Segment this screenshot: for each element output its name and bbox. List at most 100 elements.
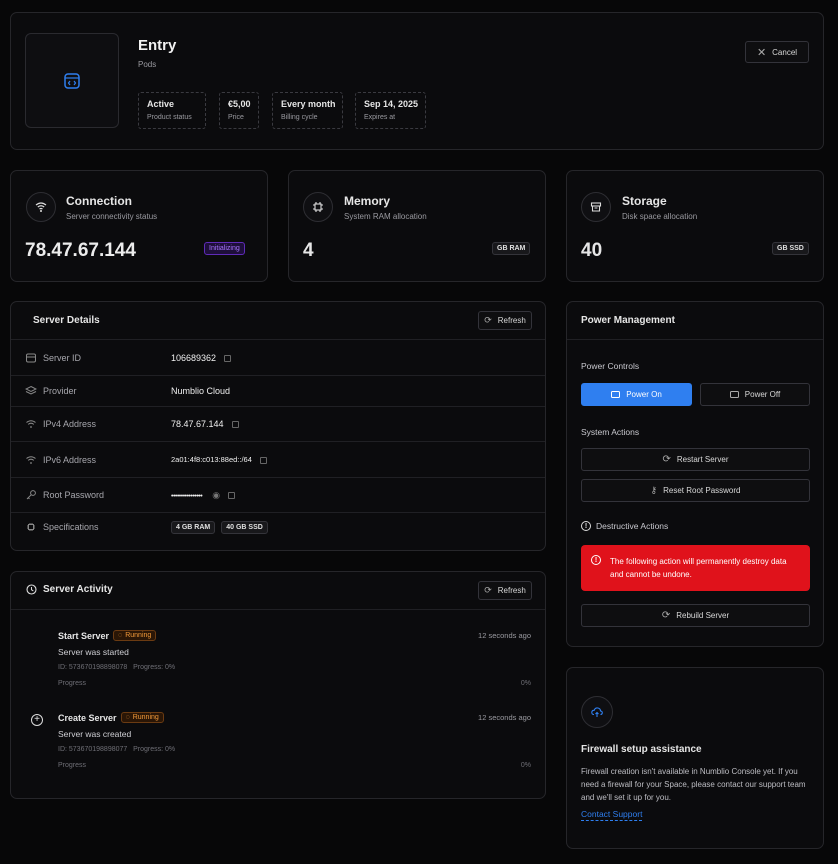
memory-icon-box	[303, 192, 333, 222]
server-id-value: 106689362	[171, 353, 217, 363]
power-on-button[interactable]: Power On	[581, 383, 692, 406]
row-provider: Provider Numblio Cloud	[11, 375, 545, 406]
activity-title: Create Server	[58, 712, 117, 723]
storage-unit-badge: GB SSD	[772, 242, 809, 255]
progress-value: 0%	[520, 762, 531, 769]
spinner-icon: ◌	[118, 632, 123, 639]
wifi-icon-box	[26, 192, 56, 222]
progress-label: Progress	[58, 762, 87, 769]
storage-card: Storage Disk space allocation 40 GB SSD	[566, 170, 824, 282]
memory-subtitle: System RAM allocation	[344, 212, 427, 221]
close-icon: ✕	[756, 46, 767, 59]
ipv4-value: 78.47.67.144	[171, 419, 224, 429]
connection-title: Connection	[66, 194, 132, 208]
reset-root-password-button[interactable]: ⚷ Reset Root Password	[581, 479, 810, 502]
server-details-title: Server Details	[33, 315, 100, 326]
power-off-button[interactable]: Power Off	[700, 383, 810, 406]
ipv6-value: 2a01:4f8:c013:88ed::/64	[171, 455, 252, 464]
running-badge: ◌ Running	[113, 630, 157, 641]
wifi-icon	[26, 420, 36, 428]
stat-status: Active Product status	[138, 92, 206, 129]
cloud-upload-icon	[591, 707, 603, 717]
key-icon: ⚷	[650, 485, 658, 495]
copy-icon[interactable]	[224, 355, 232, 363]
memory-value: 4	[303, 240, 314, 261]
activity-time: 12 seconds ago	[478, 713, 531, 722]
power-icon	[611, 391, 621, 398]
restart-server-button[interactable]: ⟳ Restart Server	[581, 448, 810, 471]
spec-ram-badge: 4 GB RAM	[171, 521, 216, 534]
activity-item: Start Server ◌ Running 12 seconds ago Ser…	[11, 628, 545, 692]
memory-unit-badge: GB RAM	[492, 242, 531, 255]
layers-icon	[25, 385, 37, 395]
row-ipv6: IPv6 Address 2a01:4f8:c013:88ed::/64	[11, 441, 545, 477]
server-details-card: Server Details ⟳ Refresh Server ID 106689…	[10, 301, 546, 551]
activity-desc: Server was started	[58, 647, 129, 657]
firewall-card: Firewall setup assistance Firewall creat…	[566, 667, 824, 849]
activity-title: Start Server	[58, 630, 110, 641]
memory-title: Memory	[344, 194, 391, 208]
progress-value: 0%	[520, 680, 531, 687]
spinner-icon: ◌	[125, 714, 130, 721]
entry-card: Entry Pods ✕ Cancel Active Product status…	[10, 12, 824, 150]
progress-label: Progress	[58, 680, 87, 687]
details-refresh-button[interactable]: ⟳ Refresh	[478, 311, 532, 330]
storage-title: Storage	[622, 194, 667, 208]
firewall-text: Firewall creation isn't available in Num…	[581, 767, 806, 802]
alert-icon: !	[581, 521, 591, 531]
row-root-password: Root Password •••••••••••••••• ◉	[11, 477, 545, 512]
memory-card: Memory System RAM allocation 4 GB RAM	[288, 170, 546, 282]
contact-support-link[interactable]: Contact Support	[581, 809, 643, 821]
wifi-icon	[35, 202, 47, 212]
code-window-icon	[64, 72, 80, 89]
server-activity-title: Server Activity	[43, 584, 113, 595]
server-icon	[26, 353, 36, 363]
connection-value: 78.47.67.144	[25, 240, 136, 261]
activity-time: 12 seconds ago	[478, 631, 531, 640]
rebuild-server-button[interactable]: ⟳ Rebuild Server	[581, 604, 810, 627]
danger-alert: ! The following action will permanently …	[581, 545, 810, 591]
row-server-id: Server ID 106689362	[11, 339, 545, 375]
eye-icon[interactable]: ◉	[212, 490, 220, 500]
connection-subtitle: Server connectivity status	[66, 212, 158, 221]
server-activity-card: Server Activity ⟳ Refresh Start Server ◌ R…	[10, 571, 546, 799]
alert-circle-icon: !	[591, 555, 601, 565]
storage-value: 40	[581, 240, 603, 261]
plus-circle-icon: +	[31, 714, 43, 726]
clock-icon	[26, 584, 37, 595]
refresh-icon: ⟳	[484, 585, 492, 595]
activity-meta: ID: 573670198898077 Progress: 0%	[58, 746, 176, 753]
copy-icon[interactable]	[228, 492, 236, 500]
power-controls-label: Power Controls	[581, 361, 640, 371]
danger-alert-text: The following action will permanently de…	[610, 557, 787, 579]
initializing-badge: Initializing	[204, 242, 245, 255]
cancel-button[interactable]: ✕ Cancel	[745, 41, 809, 63]
power-management-title: Power Management	[581, 315, 675, 326]
destructive-actions-label: Destructive Actions	[596, 521, 669, 531]
stat-expires: Sep 14, 2025 Expires at	[355, 92, 426, 129]
cloud-icon-box	[581, 696, 613, 728]
firewall-title: Firewall setup assistance	[581, 744, 702, 755]
storage-subtitle: Disk space allocation	[622, 212, 698, 221]
stat-price: €5,00 Price	[219, 92, 259, 129]
connection-card: Connection Server connectivity status 78…	[10, 170, 268, 282]
activity-desc: Server was created	[58, 729, 132, 739]
power-icon	[729, 391, 739, 398]
storage-box-icon	[590, 202, 602, 212]
entry-subtitle: Pods	[138, 60, 157, 69]
activity-item: + Create Server ◌ Running 12 seconds ago …	[11, 710, 545, 774]
refresh-icon: ⟳	[662, 454, 671, 465]
activity-refresh-button[interactable]: ⟳ Refresh	[478, 581, 532, 600]
copy-icon[interactable]	[259, 456, 267, 464]
stat-billing: Every month Billing cycle	[272, 92, 343, 129]
copy-icon[interactable]	[231, 421, 239, 429]
wifi-icon	[26, 456, 36, 464]
root-password-value: ••••••••••••••••	[171, 493, 203, 500]
system-actions-label: System Actions	[581, 427, 640, 437]
storage-icon-box	[581, 192, 611, 222]
row-ipv4: IPv4 Address 78.47.67.144	[11, 406, 545, 441]
chip-icon	[27, 523, 35, 531]
row-specifications: Specifications 4 GB RAM 40 GB SSD	[11, 512, 545, 550]
refresh-icon: ⟳	[484, 315, 492, 325]
entry-title: Entry	[138, 37, 177, 54]
